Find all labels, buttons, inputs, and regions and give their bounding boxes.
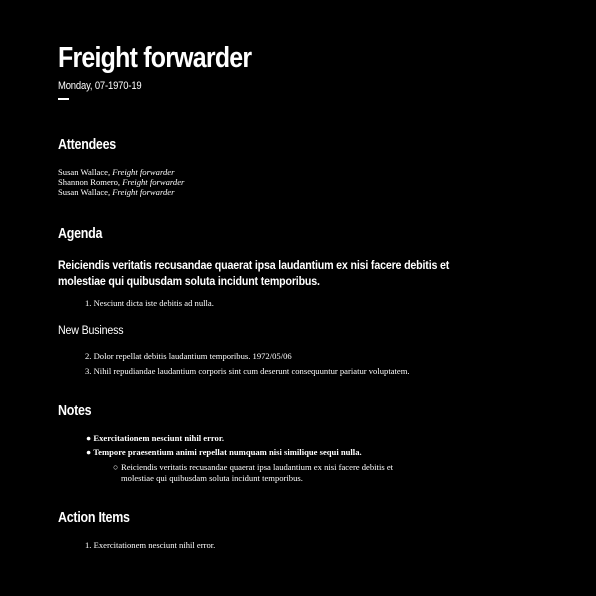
attendee-name: Shannon Romero, [58,177,123,187]
new-business-heading: New Business [58,323,124,337]
agenda-item: 3. Nihil repudiandae laudantium corporis… [85,366,410,376]
title-underline [58,98,69,100]
action-items-heading: Action Items [58,510,130,526]
action-item: 1. Exercitationem nesciunt nihil error. [85,540,216,550]
bullet-marker: ● [86,447,92,457]
attendee-role: Freight forwarder [122,177,185,187]
note-text: Exercitationem nesciunt nihil error. [93,433,225,443]
sub-bullet-marker: ○ [113,462,119,472]
note-sub-line: molestiae qui quibusdam soluta incidunt … [121,473,303,483]
note-sub-text: Reiciendis veritatis recusandae quaerat … [121,462,421,484]
attendee-item: Susan Wallace, Freight forwarder [58,187,184,197]
agenda-heading: Agenda [58,226,103,242]
agenda-item: 1. Nesciunt dicta iste debitis ad nulla. [85,298,214,308]
attendee-role: Freight forwarder [112,167,175,177]
attendees-list: Susan Wallace, Freight forwarder Shannon… [58,167,184,197]
note-bullet: ● Exercitationem nesciunt nihil error. [86,433,224,443]
meeting-date: Monday, 07-1970-19 [58,80,142,92]
notes-heading: Notes [58,403,92,419]
note-bullet: ● Tempore praesentium animi repellat num… [86,447,362,457]
attendee-role: Freight forwarder [112,187,175,197]
attendees-heading: Attendees [58,137,116,153]
agenda-lead-line: molestiae qui quibusdam soluta incidunt … [58,274,320,288]
note-text: Tempore praesentium animi repellat numqu… [93,447,362,457]
agenda-lead: Reiciendis veritatis recusandae quaerat … [58,257,450,289]
attendee-name: Susan Wallace, [58,187,113,197]
bullet-marker: ● [86,433,92,443]
note-sub-line: Reiciendis veritatis recusandae quaerat … [121,462,394,472]
page-title: Freight forwarder [58,42,252,74]
attendee-item: Susan Wallace, Freight forwarder [58,167,184,177]
attendee-item: Shannon Romero, Freight forwarder [58,177,184,187]
attendee-name: Susan Wallace, [58,167,113,177]
agenda-item: 2. Dolor repellat debitis laudantium tem… [85,351,292,361]
agenda-lead-line: Reiciendis veritatis recusandae quaerat … [58,258,450,272]
